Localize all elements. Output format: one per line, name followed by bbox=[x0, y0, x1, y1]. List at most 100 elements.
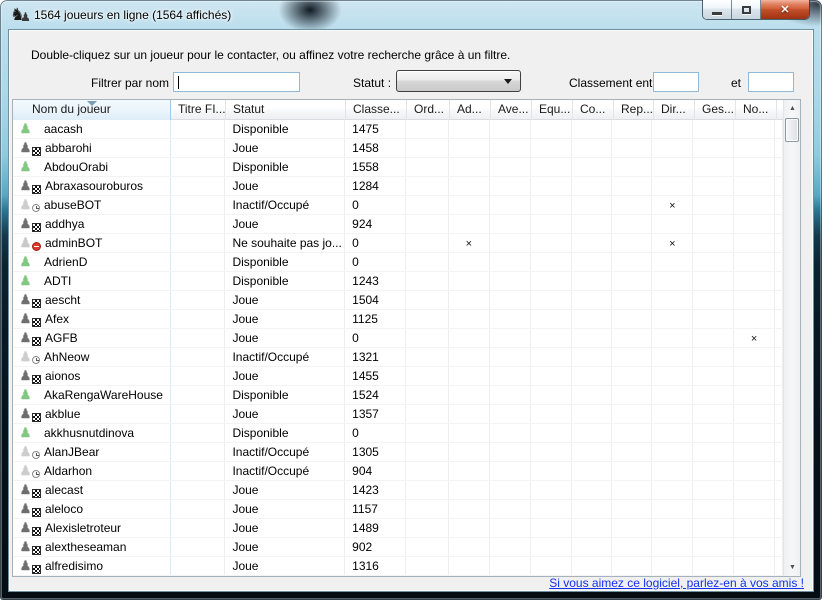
player-row-aescht[interactable]: ♟aeschtJoue1504 bbox=[13, 291, 783, 310]
player-ad-cell bbox=[449, 348, 490, 366]
player-co-cell bbox=[572, 234, 613, 252]
client-area: Double-cliquez sur un joueur pour le con… bbox=[8, 29, 814, 592]
scroll-up-button[interactable]: ▲ bbox=[784, 100, 801, 117]
player-no-cell bbox=[734, 443, 775, 461]
do-not-disturb-icon bbox=[32, 242, 41, 251]
player-row-abuseBOT[interactable]: ♟abuseBOTInactif/Occupé0× bbox=[13, 196, 783, 215]
player-no-cell: × bbox=[734, 329, 775, 347]
player-rep-cell bbox=[612, 367, 652, 385]
column-header-no[interactable]: No... bbox=[736, 100, 777, 120]
player-status-available-pawn-icon: ♟ bbox=[19, 273, 32, 289]
playing-chessboard-icon bbox=[32, 413, 41, 422]
close-button[interactable]: ✕ bbox=[761, 0, 809, 19]
column-header-equ[interactable]: Equ... bbox=[532, 100, 573, 120]
player-row-akkhusnutdinova[interactable]: ♟akkhusnutdinovaDisponible0 bbox=[13, 424, 783, 443]
scrollbar-thumb[interactable] bbox=[785, 118, 799, 142]
vertical-scrollbar[interactable]: ▲ ▼ bbox=[783, 100, 800, 576]
player-row-Abraxasouroburos[interactable]: ♟AbraxasouroburosJoue1284 bbox=[13, 177, 783, 196]
player-ave-cell bbox=[490, 405, 531, 423]
player-status-cell: Joue bbox=[225, 481, 345, 499]
player-name: abbarohi bbox=[45, 139, 92, 157]
player-row-AdrienD[interactable]: ♟AdrienDDisponible0 bbox=[13, 253, 783, 272]
player-status-cell: Disponible bbox=[225, 120, 345, 138]
player-rating-cell: 1455 bbox=[345, 367, 406, 385]
player-row-alextheseaman[interactable]: ♟alextheseamanJoue902 bbox=[13, 538, 783, 557]
player-name-cell: ♟adminBOT bbox=[13, 234, 171, 252]
player-ges-cell bbox=[693, 386, 734, 404]
filter-name-input[interactable] bbox=[173, 72, 300, 92]
player-row-AhNeow[interactable]: ♟AhNeowInactif/Occupé1321 bbox=[13, 348, 783, 367]
scroll-down-button[interactable]: ▼ bbox=[784, 559, 801, 576]
player-row-Alexisletroteur[interactable]: ♟AlexisletroteurJoue1489 bbox=[13, 519, 783, 538]
player-ave-cell bbox=[490, 177, 531, 195]
player-rating-cell: 1284 bbox=[345, 177, 406, 195]
player-no-cell bbox=[734, 348, 775, 366]
column-header-ord[interactable]: Ord... bbox=[407, 100, 450, 120]
player-row-ADTI[interactable]: ♟ADTIDisponible1243 bbox=[13, 272, 783, 291]
column-header-rating[interactable]: Classe... bbox=[346, 100, 407, 120]
player-ges-cell bbox=[693, 272, 734, 290]
column-header-ad[interactable]: Ad... bbox=[450, 100, 491, 120]
column-header-ges[interactable]: Ges... bbox=[695, 100, 736, 120]
instruction-text: Double-cliquez sur un joueur pour le con… bbox=[31, 48, 510, 62]
column-header-title[interactable]: Titre FI... bbox=[171, 100, 226, 120]
player-row-aleloco[interactable]: ♟alelocoJoue1157 bbox=[13, 500, 783, 519]
player-status-available-pawn-icon: ♟ bbox=[19, 159, 32, 175]
sort-arrow-icon bbox=[87, 101, 97, 106]
player-status-available-pawn-icon: ♟ bbox=[19, 387, 32, 403]
player-ad-cell bbox=[449, 177, 490, 195]
player-ad-cell bbox=[449, 443, 490, 461]
player-row-addhya[interactable]: ♟addhyaJoue924 bbox=[13, 215, 783, 234]
player-name-cell: ♟AbdouOrabi bbox=[13, 158, 171, 176]
player-row-Afex[interactable]: ♟AfexJoue1125 bbox=[13, 310, 783, 329]
title-bar[interactable]: ♞ ♟ 1564 joueurs en ligne (1564 affichés… bbox=[0, 0, 822, 29]
player-row-alfredisimo[interactable]: ♟alfredisimoJoue1316 bbox=[13, 557, 783, 576]
player-ad-cell bbox=[449, 120, 490, 138]
player-row-aionos[interactable]: ♟aionosJoue1455 bbox=[13, 367, 783, 386]
player-dir-cell bbox=[652, 538, 693, 556]
player-status-playing-pawn-icon: ♟ bbox=[19, 292, 32, 308]
player-ord-cell bbox=[406, 500, 449, 518]
column-header-rep[interactable]: Rep... bbox=[614, 100, 654, 120]
inactive-clock-icon bbox=[32, 451, 40, 459]
column-header-name[interactable]: Nom du joueur bbox=[13, 100, 171, 120]
column-header-dir[interactable]: Dir... bbox=[654, 100, 695, 120]
player-equ-cell bbox=[531, 120, 572, 138]
player-ord-cell bbox=[406, 158, 449, 176]
minimize-button[interactable] bbox=[703, 0, 732, 19]
status-dropdown[interactable] bbox=[396, 70, 521, 92]
playing-chessboard-icon bbox=[32, 185, 41, 194]
player-ave-cell bbox=[490, 139, 531, 157]
player-row-akblue[interactable]: ♟akblueJoue1357 bbox=[13, 405, 783, 424]
player-title-cell bbox=[171, 386, 226, 404]
player-ave-cell bbox=[490, 158, 531, 176]
player-row-AlanJBear[interactable]: ♟AlanJBearInactif/Occupé1305 bbox=[13, 443, 783, 462]
rating-max-input[interactable] bbox=[748, 72, 794, 92]
x-mark-icon: × bbox=[669, 200, 675, 212]
player-row-AbdouOrabi[interactable]: ♟AbdouOrabiDisponible1558 bbox=[13, 158, 783, 177]
player-ave-cell bbox=[490, 120, 531, 138]
player-row-adminBOT[interactable]: ♟adminBOTNe souhaite pas jo...0×× bbox=[13, 234, 783, 253]
player-title-cell bbox=[171, 215, 226, 233]
player-row-aacash[interactable]: ♟aacashDisponible1475 bbox=[13, 120, 783, 139]
player-row-abbarohi[interactable]: ♟abbarohiJoue1458 bbox=[13, 139, 783, 158]
player-ave-cell bbox=[490, 234, 531, 252]
player-name-cell: ♟addhya bbox=[13, 215, 171, 233]
player-row-AkaRengaWareHouse[interactable]: ♟AkaRengaWareHouseDisponible1524 bbox=[13, 386, 783, 405]
player-ad-cell bbox=[449, 215, 490, 233]
player-co-cell bbox=[572, 158, 613, 176]
player-row-Aldarhon[interactable]: ♟AldarhonInactif/Occupé904 bbox=[13, 462, 783, 481]
player-ad-cell bbox=[449, 519, 490, 537]
player-row-AGFB[interactable]: ♟AGFBJoue0× bbox=[13, 329, 783, 348]
share-link[interactable]: Si vous aimez ce logiciel, parlez-en à v… bbox=[549, 576, 804, 590]
column-header-co[interactable]: Co... bbox=[573, 100, 614, 120]
rating-min-input[interactable] bbox=[653, 72, 699, 92]
player-dir-cell bbox=[652, 405, 693, 423]
column-header-status[interactable]: Statut bbox=[226, 100, 346, 120]
column-header-ave[interactable]: Ave... bbox=[491, 100, 532, 120]
player-ave-cell bbox=[490, 557, 531, 575]
playing-chessboard-icon bbox=[32, 299, 41, 308]
filter-and-label: et bbox=[731, 76, 741, 90]
maximize-button[interactable] bbox=[732, 0, 761, 19]
player-row-alecast[interactable]: ♟alecastJoue1423 bbox=[13, 481, 783, 500]
